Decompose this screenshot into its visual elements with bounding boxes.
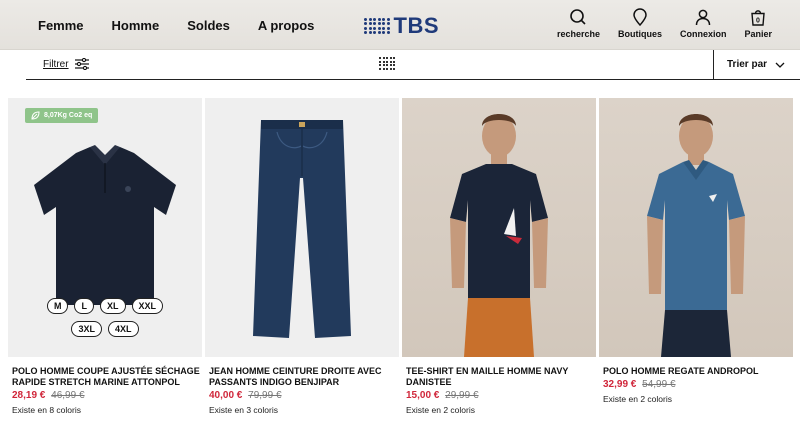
- size-option[interactable]: XXL: [131, 298, 164, 314]
- cart-count: 0: [756, 18, 760, 25]
- product-card[interactable]: 8,07Kg Co2 eq M L XL XXL 3XL 4XL POLO HO…: [8, 98, 202, 415]
- product-card[interactable]: POLO HOMME REGATE ANDROPOL 32,99 € 54,99…: [599, 98, 793, 404]
- size-option[interactable]: 4XL: [108, 321, 139, 337]
- product-price: 28,19 €: [12, 390, 46, 401]
- product-name[interactable]: POLO HOMME REGATE ANDROPOL: [599, 366, 793, 377]
- size-option[interactable]: M: [46, 298, 69, 314]
- filter-label: Filtrer: [43, 58, 69, 70]
- product-prices: 32,99 € 54,99 €: [599, 379, 793, 390]
- nav-item-a-propos[interactable]: A propos: [258, 18, 315, 33]
- grid-view-icon[interactable]: [379, 57, 395, 70]
- jeans-illustration: [253, 120, 351, 338]
- product-name[interactable]: JEAN HOMME CEINTURE DROITE AVEC PASSANTS…: [205, 366, 399, 388]
- search-button[interactable]: recherche: [557, 0, 600, 39]
- size-option[interactable]: XL: [99, 298, 126, 314]
- size-option[interactable]: L: [74, 298, 94, 314]
- filter-bar: Filtrer Trier par: [26, 50, 800, 80]
- sliders-icon: [74, 58, 89, 70]
- chevron-down-icon: [775, 62, 785, 68]
- login-button[interactable]: Connexion: [679, 0, 727, 39]
- size-option[interactable]: 3XL: [71, 321, 102, 337]
- product-old-price: 46,99 €: [51, 390, 85, 401]
- product-card[interactable]: JEAN HOMME CEINTURE DROITE AVEC PASSANTS…: [205, 98, 399, 415]
- product-name[interactable]: TEE-SHIRT EN MAILLE HOMME NAVY DANISTEE: [402, 366, 596, 388]
- logo-dots-icon: [364, 17, 390, 35]
- product-colors-count: Existe en 2 coloris: [603, 394, 672, 404]
- model-tshirt-illustration: [450, 114, 548, 357]
- product-prices: 40,00 € 79,99 €: [205, 390, 399, 401]
- product-prices: 28,19 € 46,99 €: [8, 390, 202, 401]
- nav-item-femme[interactable]: Femme: [38, 18, 84, 33]
- login-label: Connexion: [679, 29, 727, 39]
- product-old-price: 54,99 €: [642, 379, 676, 390]
- stores-button[interactable]: Boutiques: [618, 0, 662, 39]
- product-image[interactable]: 8,07Kg Co2 eq M L XL XXL 3XL 4XL: [8, 98, 202, 357]
- logo-text: TBS: [393, 13, 439, 38]
- product-old-price: 79,99 €: [248, 390, 282, 401]
- product-card[interactable]: TEE-SHIRT EN MAILLE HOMME NAVY DANISTEE …: [402, 98, 596, 415]
- product-old-price: 29,99 €: [445, 390, 479, 401]
- header-tools: recherche Boutiques Connexion 0 Panier: [539, 0, 772, 50]
- product-colors-count: Existe en 3 coloris: [209, 405, 278, 415]
- bag-icon: 0: [751, 10, 765, 26]
- product-image[interactable]: [402, 98, 596, 357]
- sort-dropdown[interactable]: Trier par: [713, 50, 800, 79]
- nav-item-soldes[interactable]: Soldes: [187, 18, 230, 33]
- main-nav: Femme Homme Soldes A propos: [0, 0, 314, 50]
- nav-item-homme[interactable]: Homme: [112, 18, 160, 33]
- map-pin-icon: [633, 8, 647, 26]
- eco-badge: 8,07Kg Co2 eq: [25, 108, 99, 123]
- product-image[interactable]: [205, 98, 399, 357]
- cart-button[interactable]: 0 Panier: [744, 0, 772, 39]
- product-image[interactable]: [599, 98, 793, 357]
- eco-badge-text: 8,07Kg Co2 eq: [44, 112, 93, 119]
- leaf-icon: [31, 111, 40, 120]
- model-polo-illustration: [647, 114, 745, 357]
- search-label: recherche: [556, 29, 600, 39]
- filter-button[interactable]: Filtrer: [43, 58, 89, 70]
- product-price: 32,99 €: [603, 379, 637, 390]
- product-colors-count: Existe en 2 coloris: [406, 405, 475, 415]
- brand-logo[interactable]: TBS: [364, 13, 439, 39]
- sort-label: Trier par: [727, 59, 768, 70]
- product-price: 15,00 €: [406, 390, 440, 401]
- product-name[interactable]: POLO HOMME COUPE AJUSTÉE SÉCHAGE RAPIDE …: [8, 366, 202, 388]
- product-colors-count: Existe en 8 coloris: [12, 405, 81, 415]
- size-selector: M L XL XXL 3XL 4XL: [8, 298, 202, 344]
- stores-label: Boutiques: [617, 29, 662, 39]
- cart-label: Panier: [744, 29, 772, 39]
- user-icon: [695, 9, 711, 26]
- product-price: 40,00 €: [209, 390, 243, 401]
- search-icon: [570, 9, 587, 25]
- site-header: Femme Homme Soldes A propos TBS recherch…: [0, 0, 800, 50]
- product-prices: 15,00 € 29,99 €: [402, 390, 596, 401]
